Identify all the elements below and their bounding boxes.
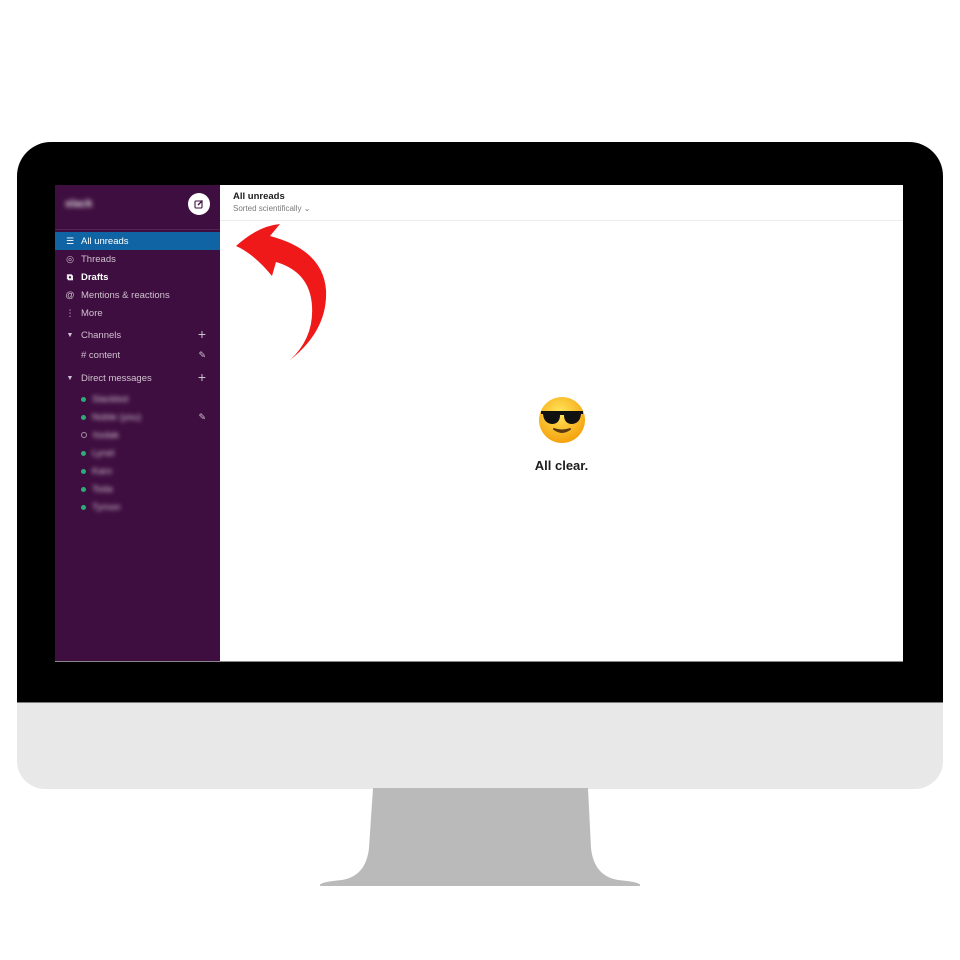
- sidebar-item-label: Mentions & reactions: [81, 289, 170, 301]
- dm-item[interactable]: Tymon: [55, 498, 220, 516]
- main-header: All unreads Sorted scientifically ⌄: [220, 185, 903, 221]
- sidebar-item-label: Drafts: [81, 271, 109, 283]
- sunglasses-emoji-icon: [538, 397, 585, 443]
- add-dm-icon[interactable]: +: [198, 369, 206, 385]
- presence-online-icon: [81, 396, 86, 402]
- compose-icon: [194, 200, 203, 209]
- at-icon: @: [65, 290, 75, 300]
- pencil-icon[interactable]: ✎: [198, 350, 206, 361]
- sidebar-item-label: All unreads: [81, 235, 129, 247]
- presence-away-icon: [81, 432, 87, 438]
- presence-online-icon: [81, 414, 86, 420]
- dm-name: hodak: [93, 429, 119, 441]
- threads-icon: ◎: [66, 253, 74, 264]
- presence-online-icon: [81, 468, 86, 474]
- dm-name: Tymon: [92, 501, 121, 513]
- sidebar: slack ☰ All unreads ◎ Threads ⧉ Drafts @…: [55, 185, 220, 661]
- dm-item[interactable]: Toda: [55, 480, 220, 498]
- monitor-stand: [320, 788, 640, 886]
- caret-down-icon: ▼: [66, 374, 74, 382]
- dm-item[interactable]: Slackbot: [55, 390, 220, 408]
- workspace-name[interactable]: slack: [65, 198, 93, 210]
- sidebar-item-label: More: [81, 307, 103, 319]
- sidebar-item-more[interactable]: ⋮ More: [55, 304, 220, 322]
- section-label: Channels: [81, 329, 122, 341]
- sidebar-item-label: Threads: [81, 253, 116, 265]
- dm-item[interactable]: Karo: [55, 462, 220, 480]
- sidebar-item-all-unreads[interactable]: ☰ All unreads: [55, 232, 220, 250]
- sidebar-item-drafts[interactable]: ⧉ Drafts: [55, 268, 220, 286]
- empty-state-text: All clear.: [534, 458, 589, 473]
- empty-state: All clear.: [220, 395, 903, 473]
- monitor-chin: [17, 702, 943, 789]
- channel-name: # content: [81, 349, 121, 361]
- sort-dropdown[interactable]: Sorted scientifically ⌄: [233, 204, 903, 213]
- chevron-down-icon: ⌄: [303, 204, 311, 213]
- channels-section-header[interactable]: ▼ Channels +: [55, 325, 220, 345]
- compose-button[interactable]: [188, 193, 210, 215]
- page-title: All unreads: [233, 191, 285, 202]
- dm-name: Toda: [92, 483, 113, 495]
- all-unreads-icon: ☰: [65, 235, 75, 246]
- dm-name: Lynel: [92, 447, 115, 459]
- sidebar-item-threads[interactable]: ◎ Threads: [55, 250, 220, 268]
- sort-label: Sorted scientifically: [233, 204, 302, 213]
- channel-item[interactable]: # content ✎: [55, 345, 220, 365]
- drafts-icon: ⧉: [66, 271, 74, 282]
- dm-name: Slackbot: [92, 393, 129, 405]
- add-channel-icon[interactable]: +: [198, 326, 206, 342]
- dm-item[interactable]: Lynel: [55, 444, 220, 462]
- dm-item[interactable]: Noble (you) ✎: [55, 408, 220, 426]
- workspace-header[interactable]: slack: [55, 185, 220, 230]
- dm-item[interactable]: hodak: [55, 426, 220, 444]
- slack-window: slack ☰ All unreads ◎ Threads ⧉ Drafts @…: [55, 185, 903, 662]
- presence-online-icon: [81, 504, 86, 510]
- dm-name: Noble (you): [92, 411, 142, 423]
- sidebar-item-mentions[interactable]: @ Mentions & reactions: [55, 286, 220, 304]
- sidebar-nav: ☰ All unreads ◎ Threads ⧉ Drafts @ Menti…: [55, 230, 220, 322]
- presence-online-icon: [81, 450, 86, 456]
- dm-section-header[interactable]: ▼ Direct messages +: [55, 368, 220, 388]
- dm-name: Karo: [92, 465, 113, 477]
- caret-down-icon: ▼: [66, 331, 74, 339]
- more-icon: ⋮: [65, 307, 75, 318]
- red-arrow-annotation: [236, 224, 327, 360]
- presence-online-icon: [81, 486, 86, 492]
- pencil-icon[interactable]: ✎: [198, 412, 206, 423]
- section-label: Direct messages: [81, 372, 152, 384]
